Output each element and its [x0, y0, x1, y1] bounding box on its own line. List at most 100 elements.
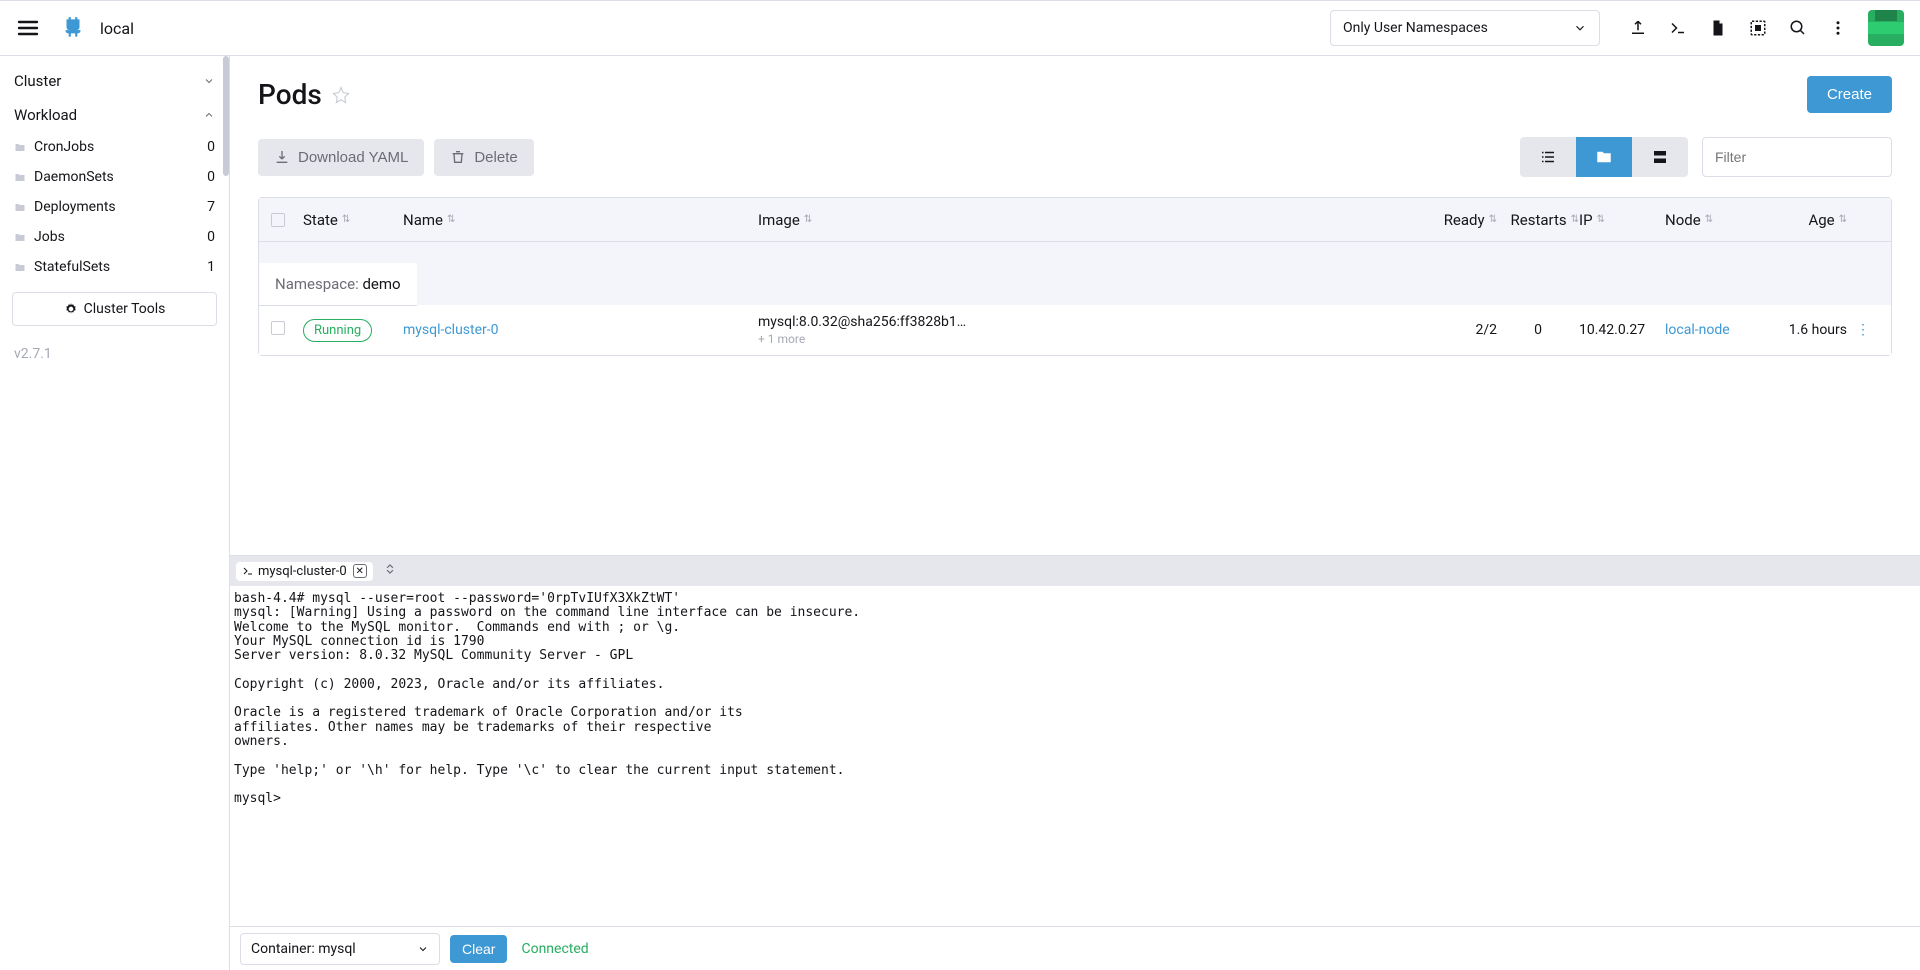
column-age[interactable]: Age⇅ — [1747, 211, 1847, 229]
kubectl-shell-icon[interactable] — [1658, 8, 1698, 48]
row-checkbox[interactable] — [271, 321, 285, 335]
state-badge: Running — [303, 319, 372, 342]
star-icon[interactable] — [332, 86, 350, 104]
page-content: Pods Create Download YAML Delete — [230, 56, 1920, 555]
namespace-value: demo — [362, 275, 400, 293]
chevron-down-icon — [203, 75, 215, 87]
filter-input[interactable] — [1702, 137, 1892, 177]
user-avatar[interactable] — [1868, 10, 1904, 46]
row-actions-icon[interactable]: ⋮ — [1847, 322, 1879, 338]
terminal-footer: Container: mysql Clear Connected — [230, 926, 1920, 970]
delete-button[interactable]: Delete — [434, 139, 533, 176]
sidebar-item-deployments[interactable]: Deployments 7 — [0, 192, 229, 222]
sidebar-item-statefulsets[interactable]: StatefulSets 1 — [0, 252, 229, 282]
sort-icon: ⇅ — [1705, 214, 1713, 225]
sort-icon: ⇅ — [1839, 214, 1847, 225]
column-image[interactable]: Image⇅ — [758, 211, 1427, 229]
sort-icon: ⇅ — [447, 214, 455, 225]
column-restarts[interactable]: Restarts⇅ — [1497, 211, 1579, 229]
sidebar-item-label: Jobs — [34, 229, 207, 245]
gear-icon — [64, 302, 78, 316]
terminal-tab[interactable]: mysql-cluster-0 ✕ — [236, 562, 373, 581]
download-icon — [274, 149, 290, 165]
page-title: Pods — [258, 78, 322, 111]
download-yaml-label: Download YAML — [298, 149, 408, 166]
more-menu-icon[interactable] — [1818, 8, 1858, 48]
trash-icon — [450, 149, 466, 165]
namespace-scope-select[interactable]: Only User Namespaces — [1330, 10, 1600, 46]
pod-name-link[interactable]: mysql-cluster-0 — [403, 322, 499, 338]
sidebar-group-cluster[interactable]: Cluster — [0, 64, 229, 98]
sidebar: Cluster Workload CronJobs 0 DaemonSets 0… — [0, 56, 230, 970]
sidebar-group-label: Cluster — [14, 72, 203, 90]
sort-icon: ⇅ — [1597, 214, 1605, 225]
search-icon[interactable] — [1778, 8, 1818, 48]
version-text: v2.7.1 — [0, 336, 229, 372]
sort-icon: ⇅ — [1489, 214, 1497, 225]
chevron-up-icon — [203, 109, 215, 121]
terminal-output[interactable]: bash-4.4# mysql --user=root --password='… — [230, 586, 1920, 926]
download-yaml-button[interactable]: Download YAML — [258, 139, 424, 176]
connection-status: Connected — [521, 941, 588, 957]
container-select[interactable]: Container: mysql — [240, 933, 440, 965]
terminal-tab-label: mysql-cluster-0 — [258, 564, 347, 579]
table-row: Running mysql-cluster-0 mysql:8.0.32@sha… — [259, 305, 1891, 355]
resource-search-icon[interactable] — [1738, 8, 1778, 48]
sidebar-item-daemonsets[interactable]: DaemonSets 0 — [0, 162, 229, 192]
pod-node-link[interactable]: local-node — [1665, 322, 1730, 338]
sidebar-item-count: 0 — [207, 229, 215, 245]
top-header: local Only User Namespaces — [0, 0, 1920, 56]
namespace-scope-value: Only User Namespaces — [1343, 20, 1573, 36]
sidebar-item-count: 0 — [207, 139, 215, 155]
file-icon[interactable] — [1698, 8, 1738, 48]
column-name[interactable]: Name⇅ — [403, 211, 758, 229]
close-tab-icon[interactable]: ✕ — [353, 564, 367, 578]
container-select-value: Container: mysql — [251, 941, 417, 957]
sidebar-item-jobs[interactable]: Jobs 0 — [0, 222, 229, 252]
folder-icon — [14, 171, 26, 183]
sidebar-item-cronjobs[interactable]: CronJobs 0 — [0, 132, 229, 162]
folder-icon — [14, 141, 26, 153]
cluster-tools-label: Cluster Tools — [84, 301, 166, 317]
scrollbar[interactable] — [223, 56, 229, 176]
view-toggle-group — [1520, 137, 1688, 177]
view-compact-button[interactable] — [1632, 137, 1688, 177]
pod-ip: 10.42.0.27 — [1579, 322, 1665, 338]
sidebar-item-label: CronJobs — [34, 139, 207, 155]
view-flat-button[interactable] — [1520, 137, 1576, 177]
view-namespace-button[interactable] — [1576, 137, 1632, 177]
column-ready[interactable]: Ready⇅ — [1427, 211, 1497, 229]
folder-icon — [14, 261, 26, 273]
sort-icon: ⇅ — [804, 214, 812, 225]
folder-icon — [14, 201, 26, 213]
create-button[interactable]: Create — [1807, 76, 1892, 113]
cluster-name[interactable]: local — [100, 19, 134, 38]
terminal-pane: mysql-cluster-0 ✕ bash-4.4# mysql --user… — [230, 555, 1920, 970]
namespace-group-header: Namespace: demo — [259, 263, 417, 306]
clear-button[interactable]: Clear — [450, 935, 507, 963]
pod-age: 1.6 hours — [1747, 322, 1847, 338]
pod-image-more: + 1 more — [758, 332, 1427, 346]
select-all-checkbox[interactable] — [271, 213, 285, 227]
chevron-down-icon — [1573, 21, 1587, 35]
import-yaml-icon[interactable] — [1618, 8, 1658, 48]
column-state[interactable]: State⇅ — [303, 211, 403, 229]
column-node[interactable]: Node⇅ — [1665, 211, 1747, 229]
pod-restarts: 0 — [1497, 322, 1579, 338]
column-ip[interactable]: IP⇅ — [1579, 211, 1665, 229]
pod-image: mysql:8.0.32@sha256:ff3828b1… — [758, 314, 1427, 330]
chevron-down-icon — [417, 943, 429, 955]
sidebar-group-workload[interactable]: Workload — [0, 98, 229, 132]
cluster-tools-button[interactable]: Cluster Tools — [12, 292, 217, 326]
sidebar-item-count: 1 — [207, 259, 215, 275]
namespace-label: Namespace: — [275, 275, 359, 293]
folder-icon — [14, 231, 26, 243]
rancher-logo-icon[interactable] — [60, 15, 86, 41]
sidebar-item-count: 7 — [207, 199, 215, 215]
sidebar-item-label: Deployments — [34, 199, 207, 215]
table-header-row: State⇅ Name⇅ Image⇅ Ready⇅ Restarts⇅ IP⇅… — [259, 198, 1891, 242]
terminal-tabs: mysql-cluster-0 ✕ — [230, 556, 1920, 586]
hamburger-icon[interactable] — [16, 16, 40, 40]
sidebar-item-label: DaemonSets — [34, 169, 207, 185]
expand-terminal-icon[interactable] — [383, 562, 397, 580]
